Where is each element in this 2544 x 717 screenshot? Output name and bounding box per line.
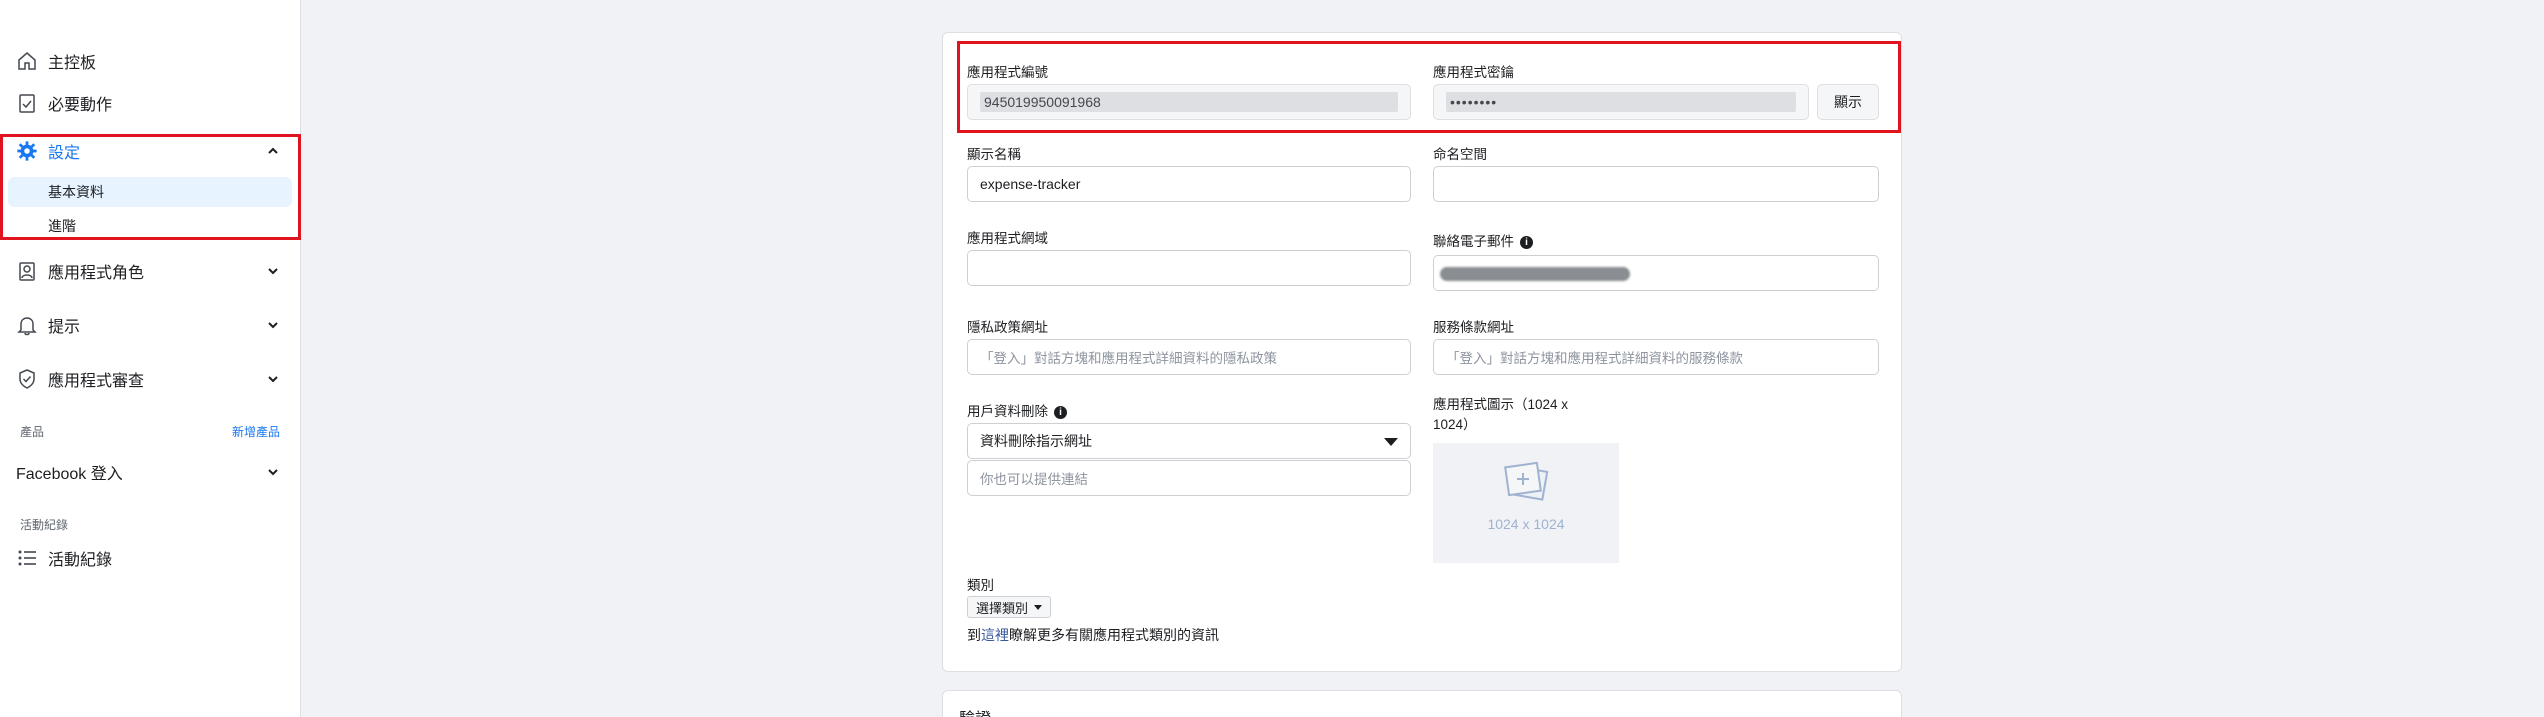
terms-url-label: 服務條款網址 (1433, 320, 1514, 335)
basic-settings-card: 應用程式編號 945019950091968 應用程式密鑰 •••••••• 顯… (942, 32, 1902, 672)
sidebar-item-label: 主控板 (48, 55, 97, 72)
add-product-link[interactable]: 新增產品 (232, 423, 280, 440)
verification-card: 驗證 (942, 690, 1902, 717)
privacy-url-label: 隱私政策網址 (967, 320, 1048, 335)
data-deletion-url-input[interactable]: 你也可以提供連結 (967, 460, 1411, 496)
sidebar-item-label: Facebook 登入 (16, 466, 123, 483)
sidebar-subitem-advanced[interactable]: 進階 (8, 211, 292, 241)
category-help-suffix: 瞭解更多有關應用程式類別的資訊 (1009, 627, 1219, 643)
checklist-icon (16, 92, 38, 114)
display-name-label: 顯示名稱 (967, 147, 1021, 162)
shield-check-icon (16, 368, 38, 390)
sidebar-item-settings[interactable]: 設定 (16, 136, 284, 166)
chevron-down-icon[interactable] (266, 372, 280, 386)
category-help-text: 到這裡瞭解更多有關應用程式類別的資訊 (967, 625, 1219, 645)
home-icon (16, 50, 38, 72)
app-icon-size-text: 1024 x 1024 (1487, 516, 1565, 532)
privacy-url-input[interactable]: 「登入」對話方塊和應用程式詳細資料的隱私政策 (967, 339, 1411, 375)
info-icon[interactable]: i (1520, 235, 1533, 249)
app-id-field[interactable]: 945019950091968 (967, 84, 1411, 120)
namespace-input[interactable] (1433, 166, 1879, 202)
app-id-value: 945019950091968 (980, 92, 1398, 112)
sidebar-item-app-review[interactable]: 應用程式審查 (16, 364, 284, 394)
sidebar-item-facebook-login[interactable]: Facebook 登入 (16, 457, 284, 487)
terms-url-input[interactable]: 「登入」對話方塊和應用程式詳細資料的服務條款 (1433, 339, 1879, 375)
verification-card-title: 驗證 (959, 705, 991, 717)
app-secret-field[interactable]: •••••••• (1433, 84, 1809, 120)
caret-down-icon (1034, 604, 1043, 610)
bell-icon (16, 314, 38, 336)
chevron-down-icon[interactable] (266, 264, 280, 278)
category-help-link[interactable]: 這裡 (981, 627, 1009, 643)
roles-icon (16, 260, 38, 282)
sidebar-item-app-roles[interactable]: 應用程式角色 (16, 256, 284, 286)
display-name-input[interactable]: expense-tracker (967, 166, 1411, 202)
sidebar: 主控板 必要動作 設定 基本資料 進階 應用程式角色 提示 應用程式審查 產品 … (0, 0, 301, 717)
data-deletion-label: 用戶資料刪除 i (967, 400, 1067, 420)
app-secret-label: 應用程式密鑰 (1433, 65, 1514, 80)
show-secret-button[interactable]: 顯示 (1817, 84, 1879, 120)
activity-section-label: 活動紀錄 (20, 518, 69, 532)
app-icon-label: 應用程式圖示（1024 x 1024） (1433, 397, 1569, 432)
gear-icon (16, 140, 38, 162)
app-domain-input[interactable] (967, 250, 1411, 286)
sidebar-item-alerts[interactable]: 提示 (16, 310, 284, 340)
category-select[interactable]: 選擇類別 (967, 596, 1052, 618)
chevron-down-icon[interactable] (266, 318, 280, 332)
sidebar-subitem-label: 基本資料 (48, 184, 104, 200)
sidebar-item-dashboard[interactable]: 主控板 (16, 46, 284, 76)
contact-email-input[interactable] (1433, 255, 1879, 291)
products-section-label: 產品 (20, 425, 45, 439)
sidebar-item-label: 必要動作 (48, 97, 113, 114)
caret-down-icon (1384, 438, 1398, 446)
chevron-up-icon[interactable] (266, 144, 280, 158)
app-secret-value: •••••••• (1446, 92, 1796, 112)
sidebar-item-label: 設定 (48, 145, 81, 162)
sidebar-item-label: 提示 (48, 319, 81, 336)
redacted-email (1440, 267, 1630, 281)
app-id-label: 應用程式編號 (967, 65, 1048, 80)
info-icon[interactable]: i (1054, 405, 1067, 419)
contact-email-label-text: 聯絡電子郵件 (1433, 234, 1514, 249)
app-domain-label: 應用程式網域 (967, 231, 1048, 246)
sidebar-subitem-label: 進階 (48, 218, 76, 234)
sidebar-item-required-actions[interactable]: 必要動作 (16, 88, 284, 118)
sidebar-subitem-basic[interactable]: 基本資料 (8, 177, 292, 207)
data-deletion-select-value: 資料刪除指示網址 (980, 433, 1092, 449)
contact-email-label: 聯絡電子郵件 i (1433, 230, 1533, 250)
category-help-prefix: 到 (967, 627, 981, 643)
sidebar-item-label: 活動紀錄 (48, 552, 113, 569)
sidebar-item-label: 應用程式角色 (48, 265, 145, 282)
data-deletion-label-text: 用戶資料刪除 (967, 404, 1048, 419)
sidebar-item-activity-log[interactable]: 活動紀錄 (16, 543, 284, 573)
category-select-value: 選擇類別 (976, 600, 1029, 616)
app-icon-upload[interactable]: 1024 x 1024 (1433, 443, 1619, 563)
category-label: 類別 (967, 578, 994, 593)
image-placeholder-icon (1504, 461, 1549, 501)
data-deletion-select[interactable]: 資料刪除指示網址 (967, 423, 1411, 459)
list-icon (16, 547, 38, 569)
namespace-label: 命名空間 (1433, 147, 1487, 162)
sidebar-item-label: 應用程式審查 (48, 373, 145, 390)
chevron-down-icon[interactable] (266, 465, 280, 479)
